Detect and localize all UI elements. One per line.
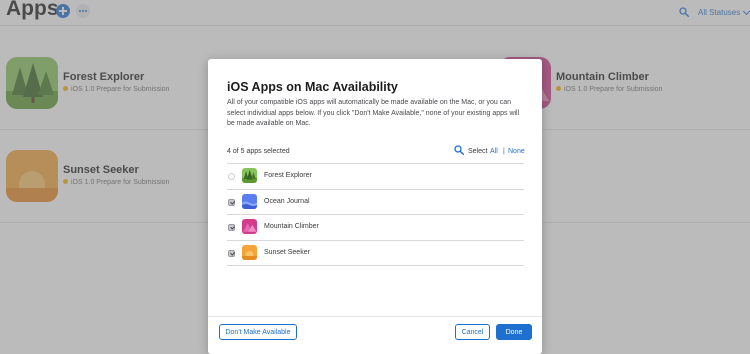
- app-selection-list: Forest Explorer Ocean Journal Mountain C…: [227, 164, 524, 266]
- footer-divider: [208, 316, 542, 317]
- app-checkbox[interactable]: [228, 173, 235, 180]
- selected-count: 4 of 5 apps selected: [227, 148, 290, 155]
- dialog-title: iOS Apps on Mac Availability: [227, 80, 398, 94]
- done-button[interactable]: Done: [496, 324, 532, 340]
- dialog-description: All of your compatible iOS apps will aut…: [227, 99, 520, 127]
- app-checkbox[interactable]: [228, 198, 235, 206]
- list-item[interactable]: Forest Explorer: [227, 164, 524, 190]
- select-label: Select: [468, 148, 488, 155]
- list-item-name: Mountain Climber: [264, 223, 319, 230]
- list-item-name: Sunset Seeker: [264, 248, 310, 256]
- select-all-link[interactable]: All: [490, 148, 498, 155]
- select-none-link[interactable]: None: [508, 148, 525, 155]
- list-item[interactable]: Sunset Seeker: [227, 241, 524, 266]
- app-checkbox[interactable]: [228, 224, 235, 231]
- cancel-button[interactable]: Cancel: [455, 324, 490, 340]
- list-item-name: Forest Explorer: [264, 172, 312, 179]
- search-icon[interactable]: [454, 145, 464, 155]
- ocean-wave-icon: [242, 193, 257, 209]
- list-item[interactable]: Ocean Journal: [227, 190, 524, 215]
- app-checkbox[interactable]: [228, 249, 235, 257]
- list-item[interactable]: Mountain Climber: [227, 215, 524, 241]
- mac-availability-dialog: iOS Apps on Mac Availability All of your…: [208, 59, 542, 354]
- sunset-icon: [242, 244, 257, 260]
- mountain-icon: [242, 219, 257, 234]
- list-item-name: Ocean Journal: [264, 197, 310, 205]
- select-separator: |: [503, 148, 505, 155]
- forest-tree-icon: [242, 168, 257, 183]
- dont-make-available-button[interactable]: Don't Make Available: [219, 324, 297, 340]
